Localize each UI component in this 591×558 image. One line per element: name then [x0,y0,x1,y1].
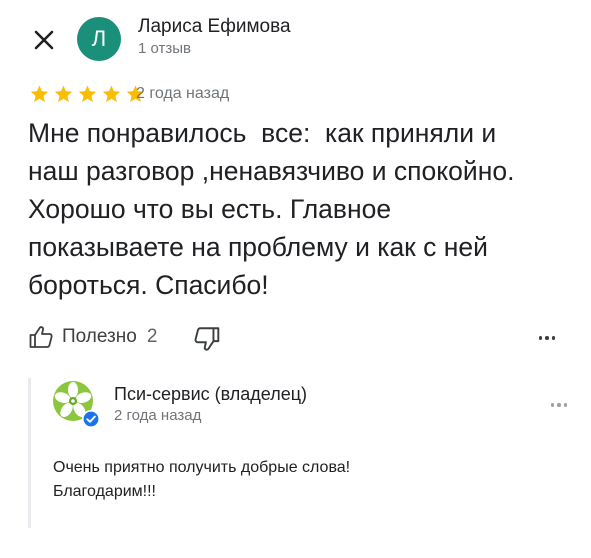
author-review-count: 1 отзыв [138,40,192,57]
more-icon [538,336,543,340]
not-helpful-button[interactable] [193,325,221,353]
thumbs-up-icon [29,326,53,348]
star-rating [28,84,147,104]
more-icon [550,403,555,407]
author-name[interactable]: Лариса Ефимова [138,16,291,38]
thumbs-down-icon [194,327,220,351]
more-options-button[interactable] [536,330,558,346]
star-icon [30,85,49,102]
verified-icon [82,410,100,428]
helpful-button[interactable]: Полезно 2 [28,324,157,350]
close-button[interactable] [24,20,64,60]
owner-reply-date: 2 года назад [114,407,202,424]
reply-more-options-button[interactable] [546,398,572,412]
owner-reply-text: Очень приятно получить добрые слова! Бла… [53,459,351,500]
helpful-count: 2 [146,326,158,347]
avatar[interactable]: Л [77,17,121,61]
star-icon [78,85,97,102]
helpful-label: Полезно [62,326,137,347]
owner-name[interactable]: Пси-сервис (владелец) [114,384,307,405]
star-icon [102,85,121,102]
review-date: 2 года назад [136,85,230,102]
reply-divider [28,378,31,528]
owner-avatar[interactable] [52,380,100,428]
review-text: Мне понравилось все: как приняли и наш р… [28,118,515,300]
star-icon [54,85,73,102]
close-icon [34,30,54,50]
